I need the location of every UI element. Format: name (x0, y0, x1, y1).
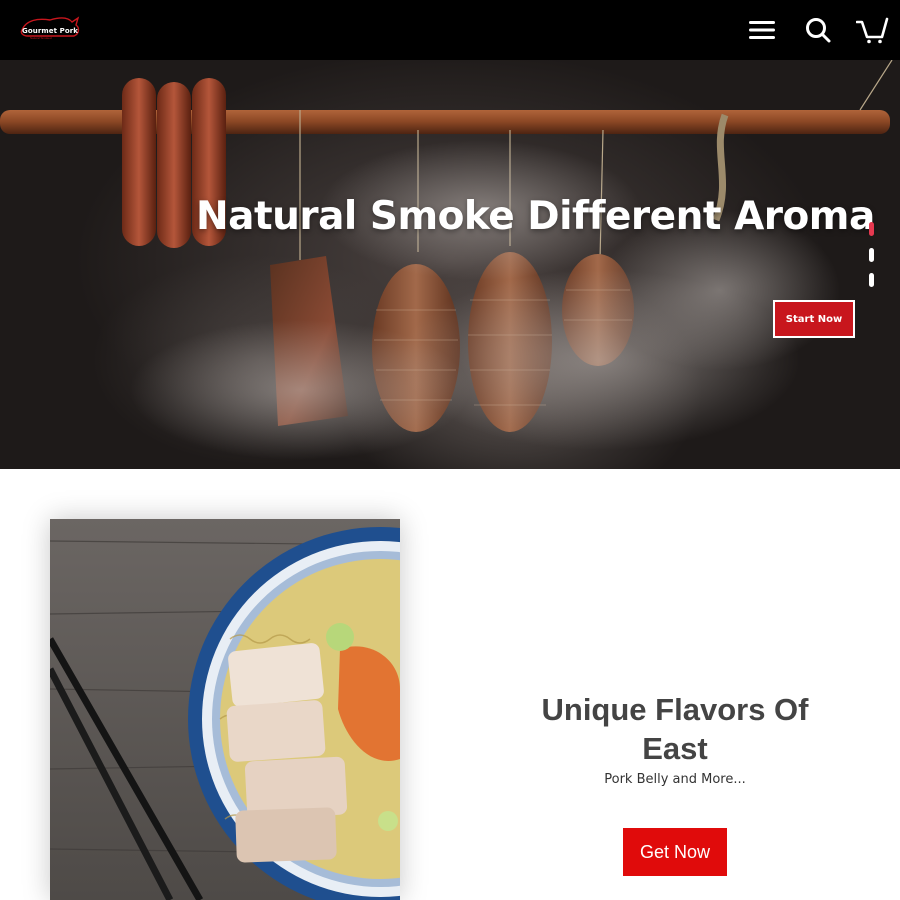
pork-belly-ramen-image (50, 519, 400, 900)
cart-icon[interactable] (855, 16, 889, 44)
slide-dot-1[interactable] (869, 222, 874, 236)
site-header: Gourmet Pork Natural Smoked (0, 0, 900, 60)
logo-text: Gourmet Pork (22, 27, 79, 35)
search-icon[interactable] (804, 16, 834, 44)
hero-title: Natural Smoke Different Aroma (196, 194, 875, 239)
slider-dots (869, 222, 877, 292)
start-now-button[interactable]: Start Now (773, 300, 855, 338)
ramen-bowl-illustration (50, 519, 400, 900)
get-now-button[interactable]: Get Now (623, 828, 727, 876)
slide-dot-2[interactable] (869, 248, 874, 262)
smoked-meat-image (0, 60, 893, 460)
hero-banner: Natural Smoke Different Aroma Start Now (0, 60, 900, 469)
slide-dot-3[interactable] (869, 273, 874, 287)
logo[interactable]: Gourmet Pork Natural Smoked (16, 14, 82, 44)
menu-icon[interactable] (747, 16, 777, 44)
feature-title: Unique Flavors Of East (541, 692, 809, 766)
logo-tagline: Natural Smoked (30, 36, 52, 40)
feature-subtitle: Pork Belly and More... (604, 772, 746, 787)
